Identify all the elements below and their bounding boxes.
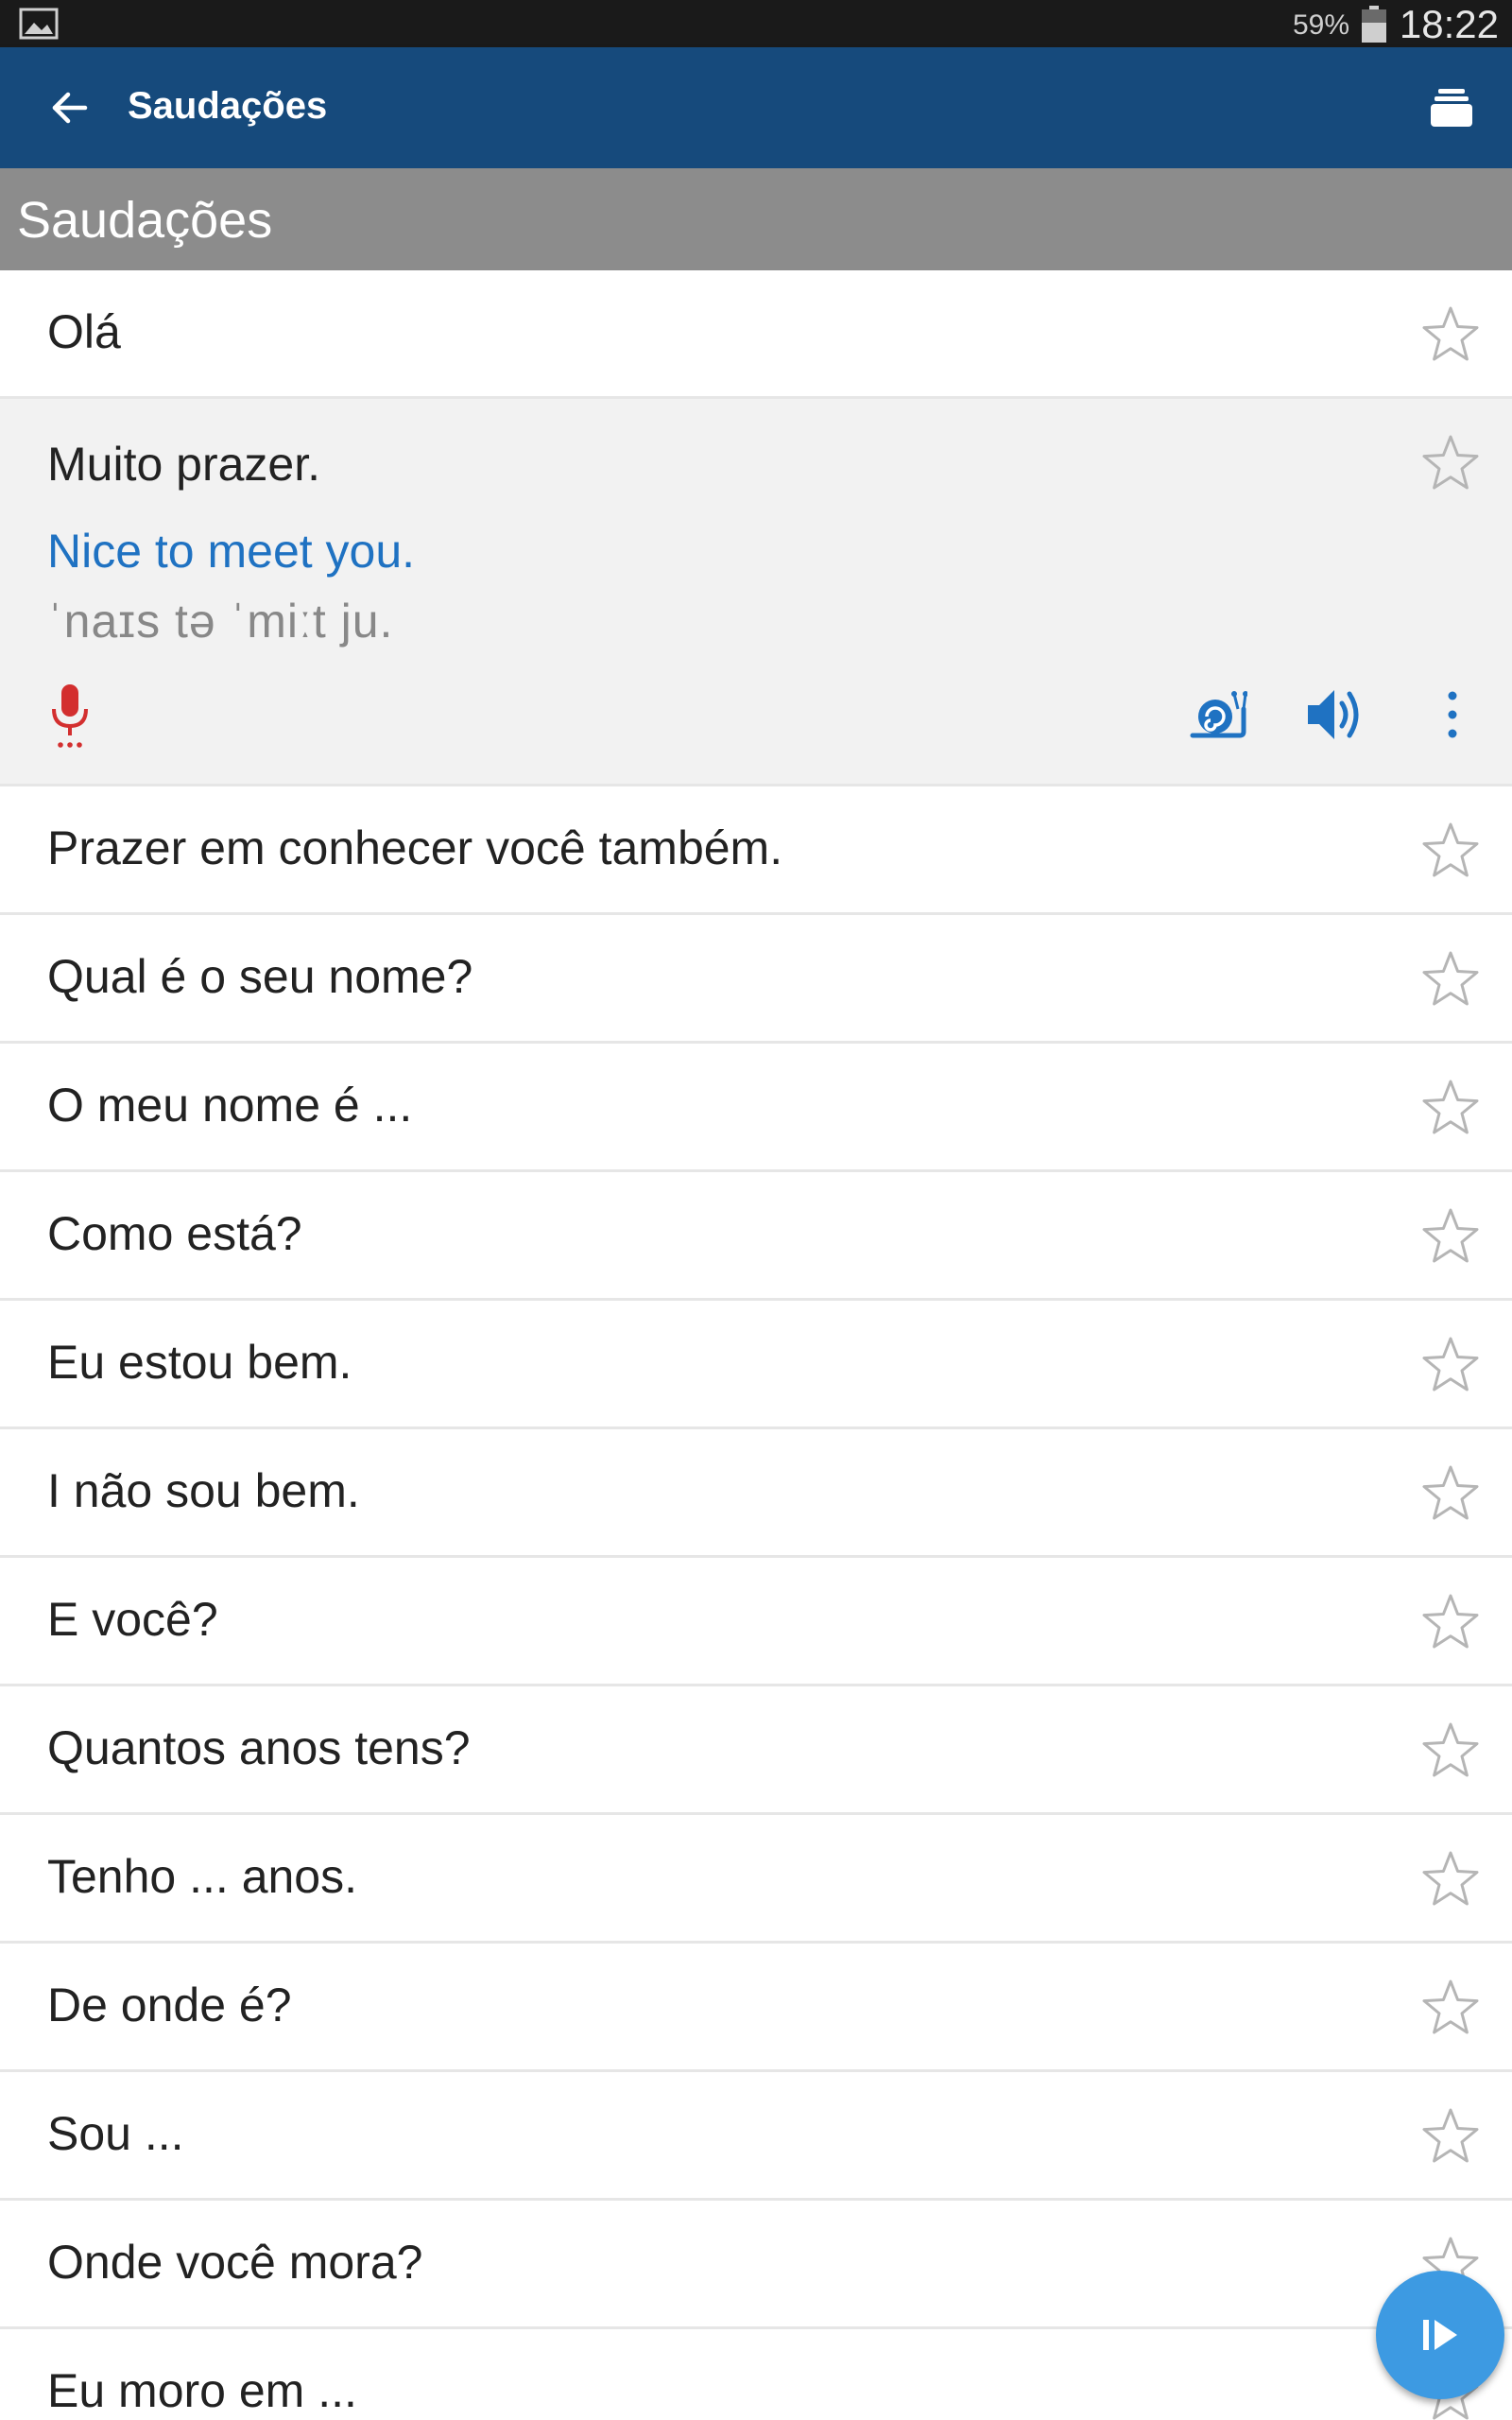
star-icon[interactable] [1421, 1463, 1480, 1522]
battery-icon [1362, 6, 1386, 43]
list-item[interactable]: Prazer em conhecer você também. [0, 786, 1512, 915]
list-item[interactable]: De onde é? [0, 1944, 1512, 2072]
battery-percent: 59% [1292, 9, 1349, 41]
star-icon[interactable] [1421, 821, 1480, 879]
speaker-icon[interactable] [1302, 683, 1366, 747]
more-options-icon[interactable] [1438, 686, 1467, 743]
list-item[interactable]: Como está? [0, 1172, 1512, 1301]
phrase-text: Eu moro em ... [47, 2364, 357, 2417]
star-icon[interactable] [1421, 1978, 1480, 2036]
list-item[interactable]: Qual é o seu nome? [0, 915, 1512, 1044]
phrase-list: Olá Muito prazer. Nice to meet you. ˈnaɪ… [0, 270, 1512, 2420]
stack-icon[interactable] [1427, 83, 1476, 132]
phonetic-text: ˈnaɪs tə ˈmiːt ju. [47, 595, 394, 648]
status-bar: 59% 18:22 [0, 0, 1512, 47]
phrase-text: Eu estou bem. [47, 1336, 352, 1389]
star-icon[interactable] [1421, 1335, 1480, 1393]
app-bar-title: Saudações [128, 85, 328, 127]
list-item-expanded[interactable]: Muito prazer. Nice to meet you. ˈnaɪs tə… [0, 399, 1512, 786]
phrase-text: Onde você mora? [47, 2236, 423, 2289]
list-item[interactable]: Quantos anos tens? [0, 1686, 1512, 1815]
star-icon[interactable] [1421, 949, 1480, 1008]
list-item[interactable]: E você? [0, 1558, 1512, 1686]
phrase-text: De onde é? [47, 1979, 292, 2031]
phrase-text: O meu nome é ... [47, 1079, 413, 1132]
phrase-text: E você? [47, 1593, 218, 1646]
list-item[interactable]: Sou ... [0, 2072, 1512, 2201]
phrase-text: Olá [47, 305, 121, 358]
play-icon [1423, 2320, 1457, 2350]
section-label: Saudações [17, 192, 273, 249]
section-header: Saudações [0, 168, 1512, 270]
star-icon[interactable] [1421, 1078, 1480, 1136]
mic-icon[interactable] [45, 683, 94, 751]
clock: 18:22 [1399, 2, 1499, 46]
app-bar: Saudações [0, 47, 1512, 168]
back-arrow-icon[interactable] [47, 85, 93, 130]
phrase-text: Prazer em conhecer você também. [47, 821, 783, 874]
star-icon[interactable] [1421, 1720, 1480, 1779]
phrase-text: Muito prazer. [47, 438, 321, 491]
gallery-icon [19, 8, 59, 40]
phrase-text: I não sou bem. [47, 1464, 360, 1517]
snail-icon[interactable] [1189, 688, 1247, 741]
star-icon[interactable] [1421, 304, 1480, 363]
list-item[interactable]: O meu nome é ... [0, 1044, 1512, 1172]
phrase-text: Qual é o seu nome? [47, 950, 473, 1003]
star-icon[interactable] [1421, 1849, 1480, 1908]
star-icon[interactable] [1421, 1206, 1480, 1265]
phrase-text: Sou ... [47, 2107, 184, 2160]
play-all-button[interactable] [1376, 2271, 1504, 2399]
phrase-text: Como está? [47, 1207, 302, 1260]
list-item[interactable]: Tenho ... anos. [0, 1815, 1512, 1944]
phrase-text: Quantos anos tens? [47, 1721, 471, 1774]
star-icon[interactable] [1421, 2106, 1480, 2165]
star-icon[interactable] [1421, 433, 1480, 492]
phrase-text: Tenho ... anos. [47, 1850, 358, 1903]
list-item[interactable]: Eu estou bem. [0, 1301, 1512, 1429]
translation-text: Nice to meet you. [47, 525, 416, 578]
list-item[interactable]: Onde você mora? [0, 2201, 1512, 2329]
list-item[interactable]: I não sou bem. [0, 1429, 1512, 1558]
list-item[interactable]: Olá [0, 270, 1512, 399]
list-item[interactable]: Eu moro em ... [0, 2329, 1512, 2420]
star-icon[interactable] [1421, 1592, 1480, 1651]
